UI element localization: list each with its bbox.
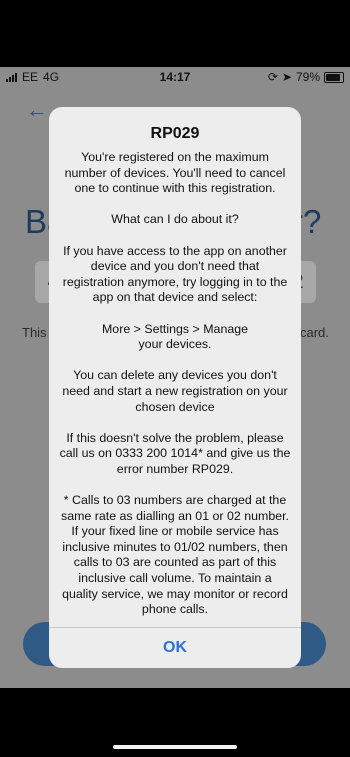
background-text-left: This xyxy=(22,325,47,340)
battery-percentage: 79% xyxy=(295,70,320,84)
battery-level-fill xyxy=(326,73,341,81)
background-text-right: card. xyxy=(300,325,329,340)
app-screen: EE 4G 14:17 ⟳ ➤ 79% ← Ba r? 4 2 This car… xyxy=(0,67,350,688)
back-arrow-icon[interactable]: ← xyxy=(26,97,48,123)
ok-button[interactable]: OK xyxy=(49,628,301,668)
alert-content: RP029 You're registered on the maximum n… xyxy=(49,107,301,618)
rotation-lock-icon: ⟳ xyxy=(267,70,278,84)
status-bar: EE 4G 14:17 ⟳ ➤ 79% xyxy=(0,67,350,87)
alert-dialog: RP029 You're registered on the maximum n… xyxy=(49,107,301,668)
location-icon: ➤ xyxy=(281,70,292,84)
status-right: ⟳ ➤ 79% xyxy=(268,70,344,84)
alert-title: RP029 xyxy=(150,125,200,142)
battery-icon xyxy=(324,71,344,83)
alert-message: You're registered on the maximum number … xyxy=(59,150,291,617)
home-indicator[interactable] xyxy=(113,745,237,749)
